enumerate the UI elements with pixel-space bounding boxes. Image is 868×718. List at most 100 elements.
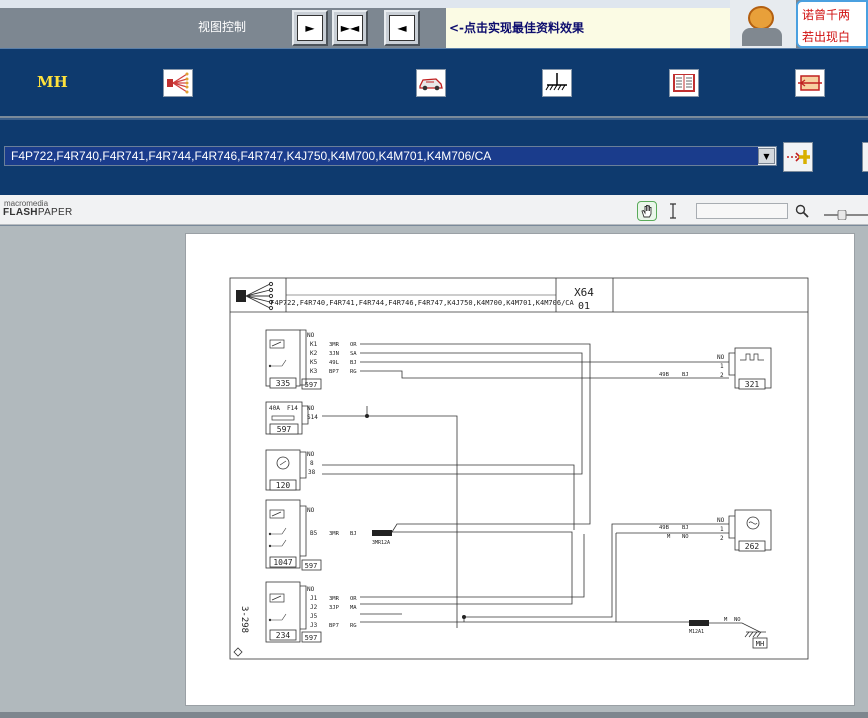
svg-text:M12A1: M12A1 bbox=[689, 629, 704, 635]
svg-text:3MR: 3MR bbox=[329, 596, 340, 602]
component-fuse-597: 40A F14 597 NO S14 bbox=[265, 401, 318, 435]
flashpaper-toolbar: macromedia FLASHPAPER bbox=[0, 195, 868, 225]
svg-text:RG: RG bbox=[350, 369, 357, 375]
engine-select-value: F4P722,F4R740,F4R741,F4R744,F4R746,F4R74… bbox=[5, 147, 758, 165]
svg-text:K5: K5 bbox=[310, 359, 318, 366]
svg-text:335: 335 bbox=[276, 379, 291, 388]
svg-text:NO: NO bbox=[307, 332, 315, 339]
svg-text:1047: 1047 bbox=[273, 558, 292, 567]
play-left-icon: ◄ bbox=[389, 15, 415, 41]
view-control-bar: 视图控制 ► ►◄ ◄ <-点击实现最佳资料效果 诺曾千两 若出现白 bbox=[0, 0, 868, 48]
svg-text:OR: OR bbox=[350, 342, 357, 348]
component-1047: 1047 597 NO B5 3MR BJ 3MR12A bbox=[265, 499, 392, 571]
engine-select-row: F4P722,F4R740,F4R741,F4R744,F4R746,F4R74… bbox=[0, 120, 868, 195]
svg-text:49B: 49B bbox=[659, 525, 670, 531]
component-321: 321 NO 1 2 49B BJ bbox=[659, 347, 772, 390]
search-icon[interactable] bbox=[792, 201, 812, 221]
ground-symbol-icon[interactable] bbox=[542, 69, 572, 97]
svg-text:234: 234 bbox=[276, 631, 291, 640]
diagram-header-code: F4P722,F4R740,F4R741,F4R744,F4R746,F4R74… bbox=[270, 299, 574, 307]
svg-text:597: 597 bbox=[277, 425, 292, 434]
bottom-strip bbox=[0, 712, 868, 718]
flashpaper-logo-rest: PAPER bbox=[37, 207, 73, 218]
zoom-slider[interactable] bbox=[822, 205, 868, 221]
svg-text:120: 120 bbox=[276, 481, 291, 490]
svg-text:3MR12A: 3MR12A bbox=[372, 540, 390, 546]
svg-text:NO: NO bbox=[734, 617, 741, 623]
wiring-harness-icon[interactable] bbox=[163, 69, 193, 97]
svg-text:K2: K2 bbox=[310, 350, 318, 357]
svg-text:F14: F14 bbox=[287, 405, 298, 412]
svg-text:3JN: 3JN bbox=[329, 351, 339, 357]
component-234: 234 597 NO J1 J2 J5 J3 3MR 3JP BP7 OR MA… bbox=[265, 581, 357, 643]
hand-tool-icon[interactable] bbox=[637, 201, 657, 221]
svg-text:M: M bbox=[724, 617, 728, 623]
svg-text:597: 597 bbox=[305, 634, 318, 642]
svg-text:2: 2 bbox=[720, 535, 724, 542]
svg-text:J2: J2 bbox=[310, 604, 318, 611]
document-page: F4P722,F4R740,F4R741,F4R744,F4R746,F4R74… bbox=[185, 233, 855, 706]
promo-banner[interactable]: 诺曾千两 若出现白 bbox=[796, 0, 868, 48]
svg-text:MA: MA bbox=[350, 605, 357, 611]
engine-select[interactable]: F4P722,F4R740,F4R741,F4R744,F4R746,F4R74… bbox=[4, 146, 777, 166]
svg-text:SA: SA bbox=[350, 351, 357, 357]
best-view-hint: <-点击实现最佳资料效果 bbox=[446, 8, 730, 48]
svg-text:K1: K1 bbox=[310, 341, 318, 348]
svg-text:NO: NO bbox=[717, 354, 725, 361]
page-reference: 3-298 bbox=[239, 606, 249, 633]
flashpaper-logo: FLASHPAPER bbox=[3, 207, 73, 218]
svg-text:49B: 49B bbox=[659, 372, 670, 378]
svg-text:1: 1 bbox=[720, 526, 724, 533]
svg-text:3JP: 3JP bbox=[329, 605, 340, 611]
wire-net bbox=[322, 343, 729, 628]
promo-line-1: 诺曾千两 bbox=[802, 8, 851, 22]
chevron-down-icon[interactable]: ▼ bbox=[758, 148, 775, 164]
svg-text:BJ: BJ bbox=[350, 531, 357, 537]
add-arrow-button[interactable] bbox=[783, 142, 813, 172]
svg-text:J1: J1 bbox=[310, 595, 318, 602]
top-strip bbox=[0, 0, 730, 8]
flashpaper-logo-bold: FLASH bbox=[3, 207, 38, 218]
svg-text:BP7: BP7 bbox=[329, 623, 339, 629]
svg-text:BJ: BJ bbox=[682, 525, 689, 531]
connector-icon[interactable] bbox=[795, 69, 825, 97]
wiring-diagram: F4P722,F4R740,F4R741,F4R744,F4R746,F4R74… bbox=[229, 277, 809, 660]
connector-id: X64 bbox=[574, 286, 594, 299]
component-262: 262 NO 1 2 49B BJ M NO bbox=[659, 509, 772, 552]
manual-book-icon[interactable] bbox=[669, 69, 699, 97]
svg-text:3MR: 3MR bbox=[329, 531, 340, 537]
svg-text:BJ: BJ bbox=[350, 360, 357, 366]
svg-text:K3: K3 bbox=[310, 368, 318, 375]
edge-button[interactable] bbox=[862, 142, 868, 172]
vehicle-icon[interactable] bbox=[416, 69, 446, 97]
svg-text:NO: NO bbox=[307, 451, 315, 458]
search-input[interactable] bbox=[696, 203, 788, 219]
svg-text:NO: NO bbox=[307, 586, 315, 593]
svg-text:38: 38 bbox=[308, 469, 316, 476]
add-arrow-icon bbox=[787, 150, 810, 164]
svg-text:NO: NO bbox=[682, 534, 689, 540]
svg-text:1: 1 bbox=[720, 363, 724, 370]
svg-text:B5: B5 bbox=[310, 530, 318, 537]
svg-text:49L: 49L bbox=[329, 360, 340, 366]
ground-mh: M12A1 M NO MH bbox=[689, 617, 768, 649]
document-viewport[interactable]: F4P722,F4R740,F4R741,F4R744,F4R746,F4R74… bbox=[0, 226, 868, 712]
fit-view-button[interactable]: ►◄ bbox=[332, 10, 368, 46]
svg-text:J3: J3 bbox=[310, 622, 318, 629]
svg-text:8: 8 bbox=[310, 460, 314, 467]
svg-text:M: M bbox=[667, 534, 671, 540]
sheet-number: 01 bbox=[578, 301, 590, 312]
play-right-icon: ► bbox=[297, 15, 323, 41]
brand-label[interactable]: MH bbox=[37, 73, 68, 91]
harness-logo-icon bbox=[236, 281, 274, 311]
svg-text:597: 597 bbox=[305, 562, 318, 570]
app-window: 视图控制 ► ►◄ ◄ <-点击实现最佳资料效果 诺曾千两 若出现白 MH F4… bbox=[0, 0, 868, 718]
text-select-icon[interactable] bbox=[663, 201, 683, 221]
next-view-button[interactable]: ► bbox=[292, 10, 328, 46]
svg-text:3MR: 3MR bbox=[329, 342, 340, 348]
promo-line-2: 若出现白 bbox=[802, 30, 851, 44]
prev-view-button[interactable]: ◄ bbox=[384, 10, 420, 46]
fit-icon: ►◄ bbox=[337, 15, 363, 41]
svg-text:NO: NO bbox=[717, 517, 725, 524]
svg-text:BP7: BP7 bbox=[329, 369, 339, 375]
